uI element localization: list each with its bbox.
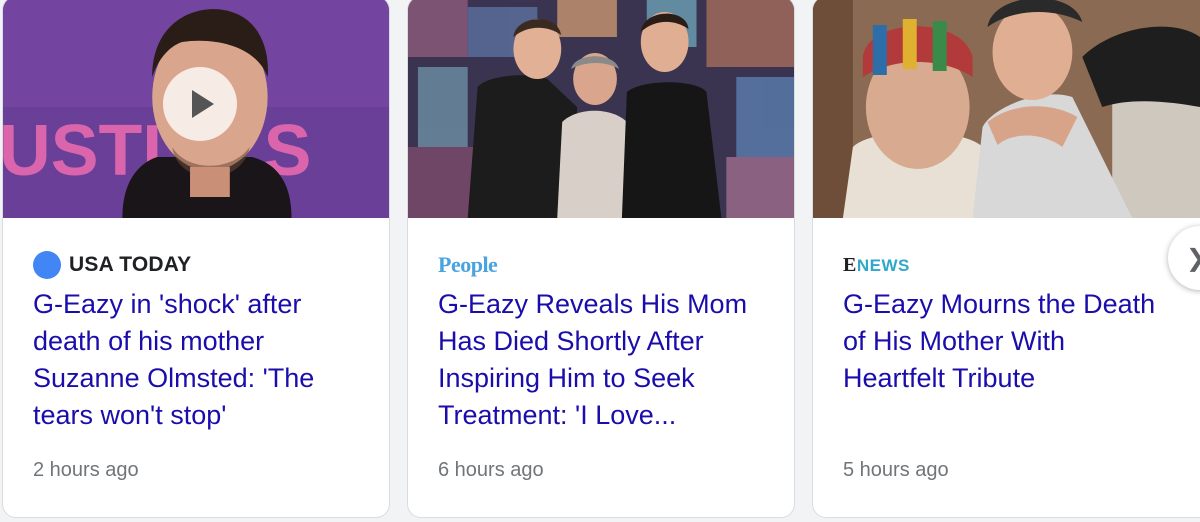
source-people: People: [438, 249, 498, 281]
source-name: USA TODAY: [69, 253, 192, 276]
timestamp: 2 hours ago: [33, 459, 139, 481]
source-usa-today: USA TODAY: [33, 249, 191, 281]
usa-today-logo-icon: [33, 251, 61, 279]
people-logo: People: [438, 252, 498, 277]
news-card-usa-today[interactable]: USTL S USA TODAY G-Eazy in 'shock' after…: [2, 0, 390, 518]
news-carousel: USTL S USA TODAY G-Eazy in 'shock' after…: [0, 0, 1200, 522]
news-thumbnail[interactable]: [813, 0, 1200, 218]
enews-logo: ENEWS: [843, 254, 910, 277]
headline-link[interactable]: G-Eazy Reveals His Mom Has Died Shortly …: [438, 286, 768, 434]
news-card-people[interactable]: People G-Eazy Reveals His Mom Has Died S…: [407, 0, 795, 518]
news-thumbnail[interactable]: [408, 0, 794, 218]
play-icon: [192, 90, 214, 118]
enews-logo-prefix: E: [843, 253, 857, 276]
timestamp: 5 hours ago: [843, 459, 949, 481]
thumbnail-image: [813, 0, 1200, 218]
thumbnail-image: [408, 0, 794, 218]
headline-link[interactable]: G-Eazy Mourns the Death of His Mother Wi…: [843, 286, 1173, 397]
news-card-enews[interactable]: ENEWS G-Eazy Mourns the Death of His Mot…: [812, 0, 1200, 518]
video-play-button[interactable]: [163, 67, 237, 141]
news-thumbnail[interactable]: USTL S: [3, 0, 389, 218]
headline-link[interactable]: G-Eazy in 'shock' after death of his mot…: [33, 286, 363, 434]
timestamp: 6 hours ago: [438, 459, 544, 481]
source-enews: ENEWS: [843, 249, 910, 281]
enews-logo-text: NEWS: [856, 255, 910, 275]
chevron-right-icon: ❯: [1186, 244, 1200, 273]
